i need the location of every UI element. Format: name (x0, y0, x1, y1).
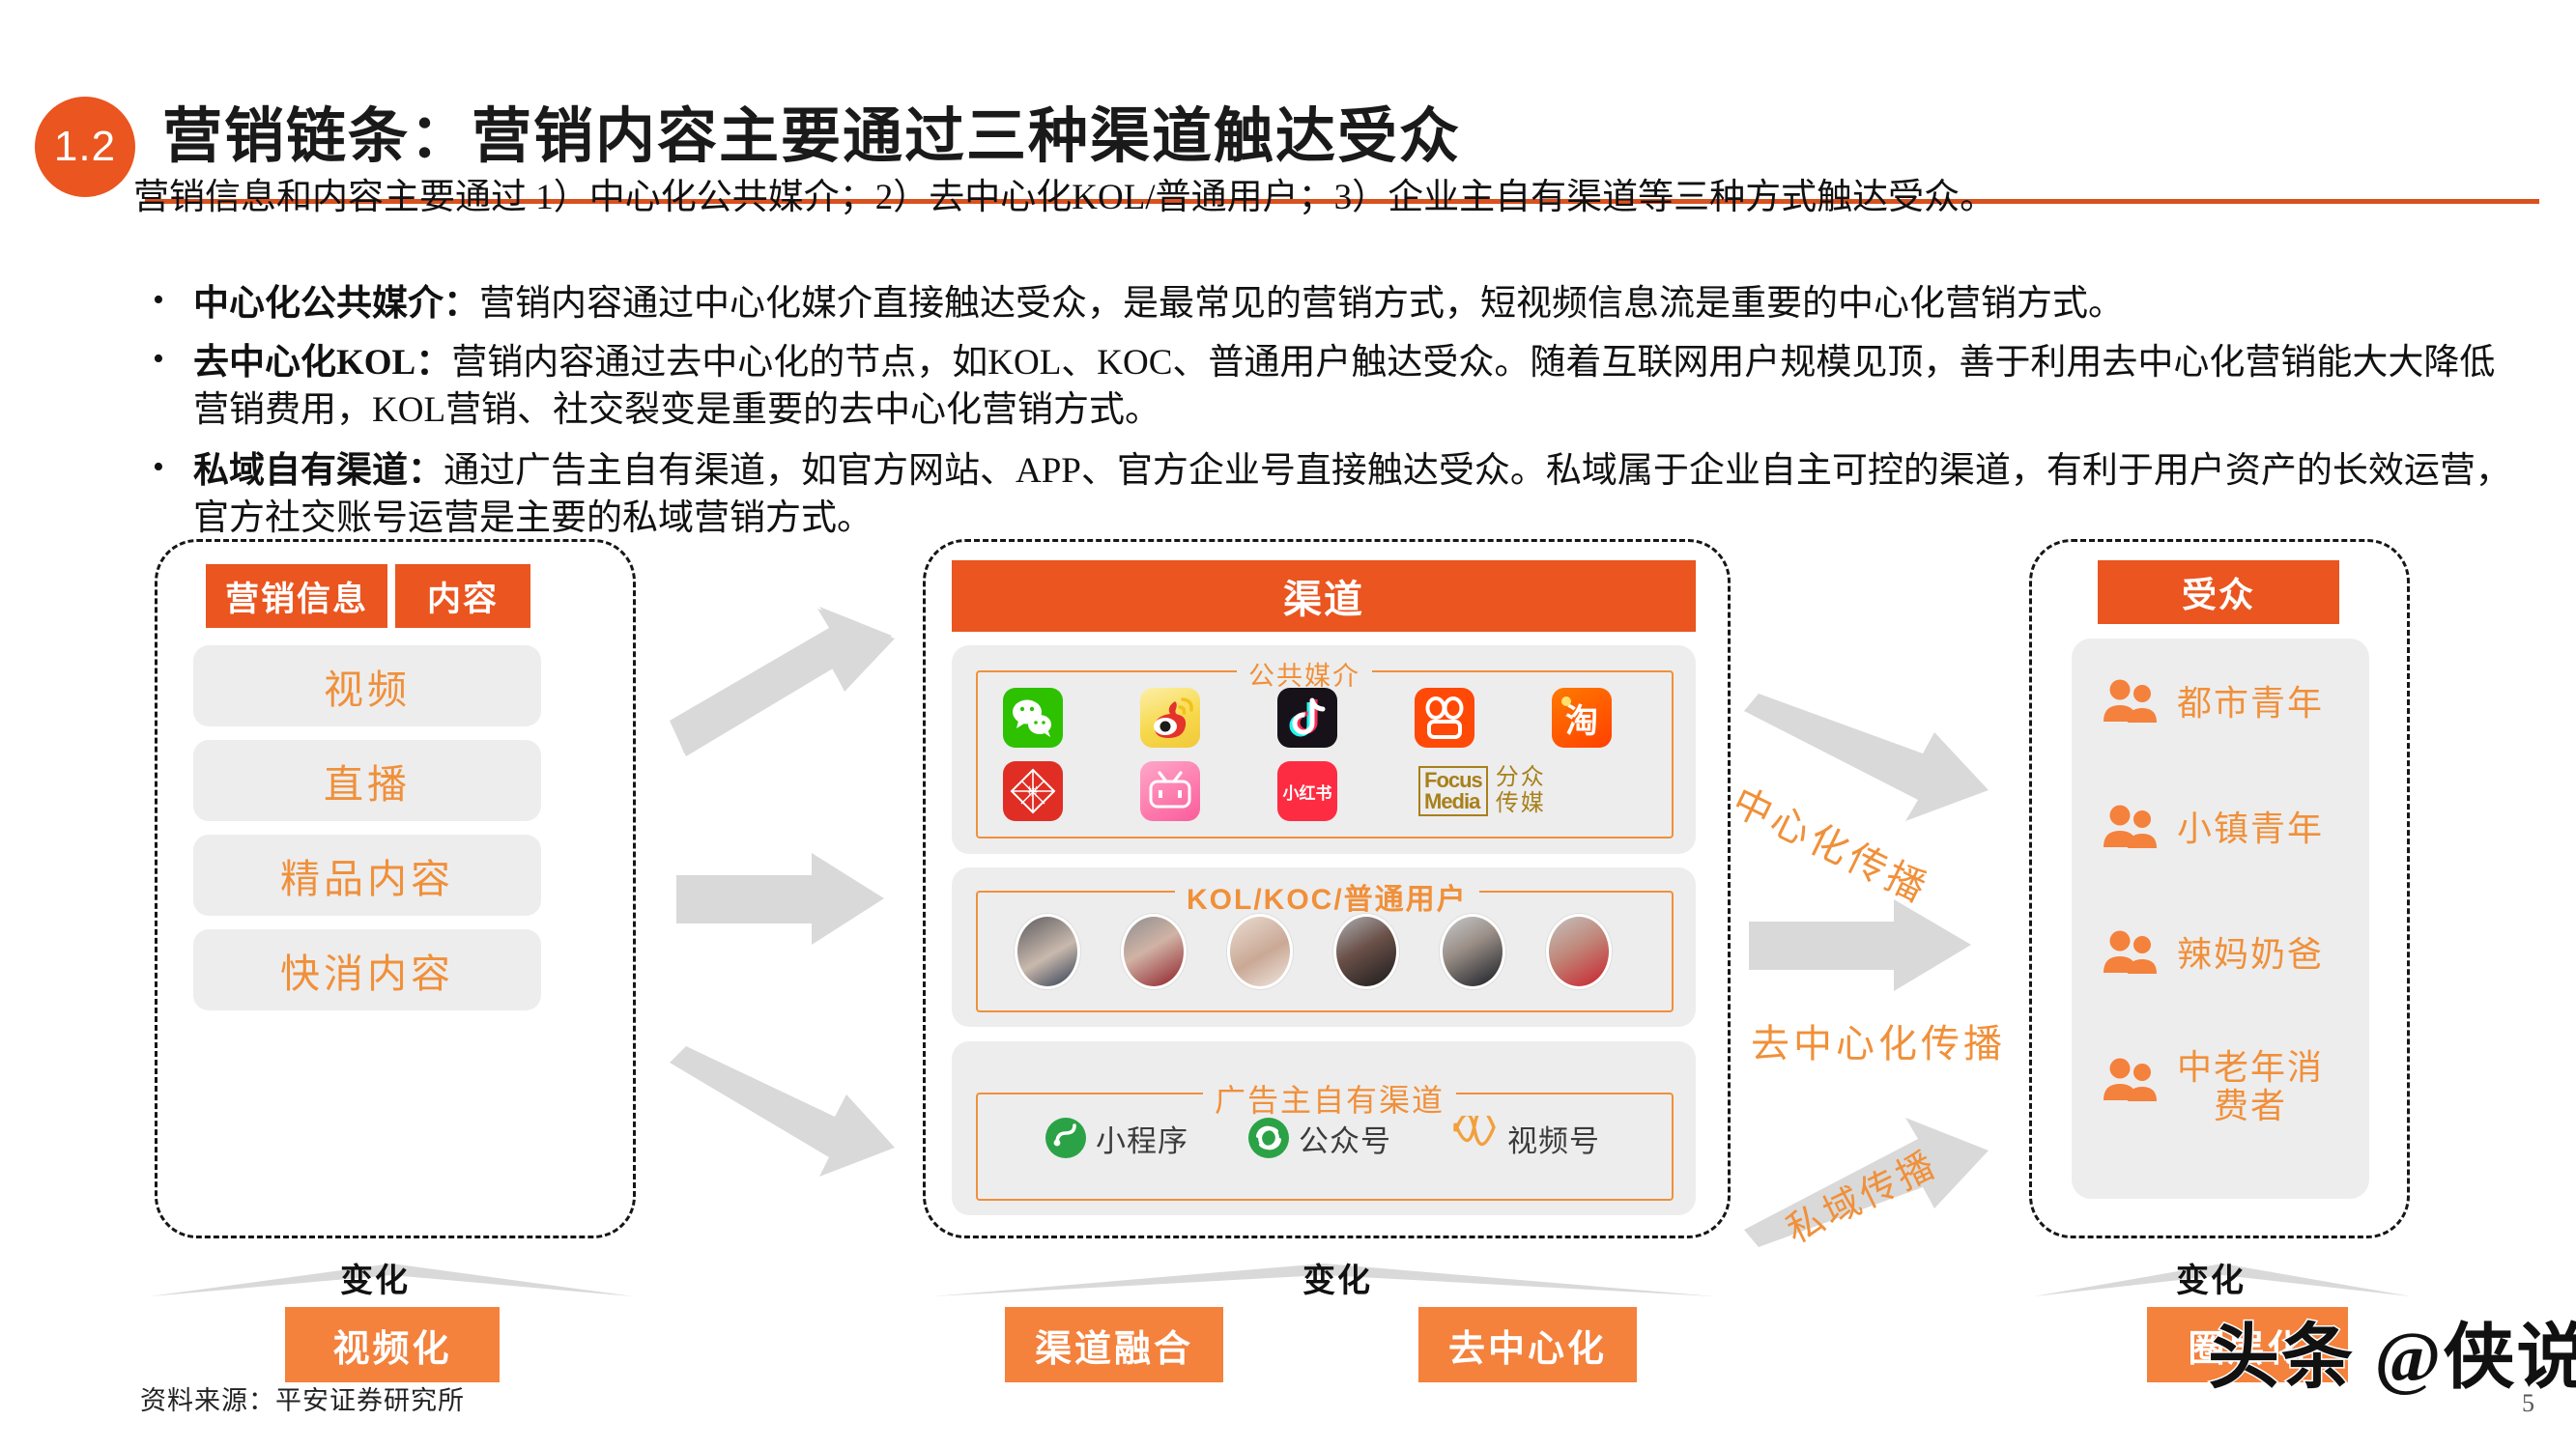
change-label-mid: 变化 (1302, 1263, 1372, 1299)
channels-item[interactable]: 视频号 (1449, 1116, 1600, 1160)
tag-channel-fusion: 渠道融合 (1005, 1307, 1223, 1382)
official-account-label: 公众号 (1299, 1123, 1391, 1158)
source-note: 资料来源：平安证券研究所 (140, 1386, 465, 1415)
content-header: 内容 (395, 564, 530, 628)
people-icon (2104, 1058, 2157, 1101)
bullet-term-1: 中心化公共媒介： (193, 284, 479, 324)
channel-diagram: 营销信息 内容 视频 直播 精品内容 快消内容 渠道 公共媒介 淘 拼 小红书 … (0, 529, 2576, 1449)
content-card-video[interactable]: 视频 (193, 645, 541, 726)
audience-item-3[interactable]: 辣妈奶爸 (2102, 928, 2324, 980)
content-card-live[interactable]: 直播 (193, 740, 541, 821)
slide-header: 1.2 营销链条：营销内容主要通过三种渠道触达受众 (0, 46, 2576, 204)
content-card-fmcg[interactable]: 快消内容 (193, 929, 541, 1010)
kol-avatar-3[interactable] (1227, 914, 1293, 989)
audience-item-1[interactable]: 都市青年 (2102, 677, 2324, 729)
official-account-icon (1248, 1118, 1289, 1158)
mini-program-icon (1045, 1118, 1086, 1158)
xiaohongshu-logo[interactable]: 小红书 (1277, 761, 1337, 821)
bullet-text-3: 通过广告主自有渠道，如官方网站、APP、官方企业号直接触达受众。私域属于企业自主… (193, 450, 2511, 538)
bullet-text-2: 营销内容通过去中心化的节点，如KOL、KOC、普通用户触达受众。随着互联网用户规… (193, 343, 2496, 431)
official-account-item[interactable]: 公众号 (1246, 1116, 1391, 1160)
slide-root: 1.2 营销链条：营销内容主要通过三种渠道触达受众 营销信息和内容主要通过 1）… (0, 0, 2576, 1449)
audience-label-2: 小镇青年 (2177, 809, 2325, 848)
audience-item-2[interactable]: 小镇青年 (2102, 803, 2324, 855)
section-number-badge: 1.2 (35, 97, 135, 197)
flow-label-decentralized: 去中心化传播 (1751, 1022, 2006, 1065)
audience-item-4[interactable]: 中老年消 费者 (2102, 1048, 2324, 1126)
weibo-logo[interactable] (1140, 688, 1200, 748)
wechat-logo[interactable] (1003, 688, 1063, 748)
channels-label: 视频号 (1507, 1123, 1600, 1158)
kol-avatar-1[interactable] (1015, 914, 1080, 989)
bullet-text-1: 营销内容通过中心化媒介直接触达受众，是最常见的营销方式，短视频信息流是重要的中心… (479, 284, 2124, 324)
page-title: 营销链条：营销内容主要通过三种渠道触达受众 (162, 104, 1462, 170)
flow-arrow-mid-left (676, 853, 884, 945)
people-icon (2104, 679, 2157, 723)
people-icon (2104, 930, 2157, 974)
people-icon (2104, 805, 2157, 848)
channel-header: 渠道 (952, 560, 1696, 632)
audience-label-1: 都市青年 (2177, 683, 2325, 723)
kuaishou-logo[interactable] (1415, 688, 1474, 748)
pinduoduo-logo[interactable]: 拼 (1003, 761, 1063, 821)
change-label-left: 变化 (340, 1263, 410, 1299)
flow-arrow-decentralized (1749, 899, 1971, 991)
kol-avatar-5[interactable] (1440, 914, 1505, 989)
tag-decentralization: 去中心化 (1418, 1307, 1637, 1382)
bullet-item-1: 中心化公共媒介：营销内容通过中心化媒介直接触达受众，是最常见的营销方式，短视频信… (133, 278, 2520, 327)
marketing-info-header: 营销信息 (206, 564, 387, 628)
watermark: 头条 @侠说 (2206, 1318, 2576, 1400)
kol-avatar-6[interactable] (1546, 914, 1612, 989)
bullet-list: 中心化公共媒介：营销内容通过中心化媒介直接触达受众，是最常见的营销方式，短视频信… (133, 227, 2520, 538)
bullet-item-3: 私域自有渠道：通过广告主自有渠道，如官方网站、APP、官方企业号直接触达受众。私… (133, 445, 2520, 542)
focus-media-cn-text: 分众 传媒 (1495, 765, 1546, 816)
bullet-term-2: 去中心化KOL： (193, 343, 452, 384)
audience-header: 受众 (2098, 560, 2339, 624)
change-label-right: 变化 (2176, 1263, 2246, 1299)
flow-arrow-up-left (670, 607, 895, 756)
channels-icon (1453, 1116, 1496, 1147)
bilibili-logo[interactable]: bilibili (1140, 761, 1200, 821)
xiaohongshu-logo-text: 小红书 (1282, 783, 1332, 803)
kol-avatar-2[interactable] (1121, 914, 1187, 989)
content-card-premium[interactable]: 精品内容 (193, 835, 541, 916)
mini-program-item[interactable]: 小程序 (1044, 1116, 1188, 1160)
bullet-item-2: 去中心化KOL：营销内容通过去中心化的节点，如KOL、KOC、普通用户触达受众。… (133, 337, 2520, 434)
audience-label-4: 中老年消 费者 (2177, 1048, 2325, 1126)
douyin-logo[interactable] (1277, 688, 1337, 748)
svg-text:拼: 拼 (1028, 784, 1039, 798)
kol-legend: KOL/KOC/普通用户 (1175, 875, 1479, 918)
bullet-term-3: 私域自有渠道： (193, 450, 444, 491)
focus-media-logo[interactable]: Focus Media 分众 传媒 (1418, 761, 1612, 821)
kol-avatar-4[interactable] (1333, 914, 1399, 989)
tag-videoization: 视频化 (285, 1307, 500, 1382)
audience-label-3: 辣妈奶爸 (2177, 934, 2325, 974)
taobao-logo[interactable]: 淘 (1552, 688, 1612, 748)
owned-channel-legend: 广告主自有渠道 (1203, 1076, 1457, 1121)
lead-paragraph: 营销信息和内容主要通过 1）中心化公共媒介；2）去中心化KOL/普通用户；3）企… (133, 178, 1996, 217)
flow-arrow-down-left (670, 1046, 895, 1177)
mini-program-label: 小程序 (1096, 1123, 1188, 1158)
